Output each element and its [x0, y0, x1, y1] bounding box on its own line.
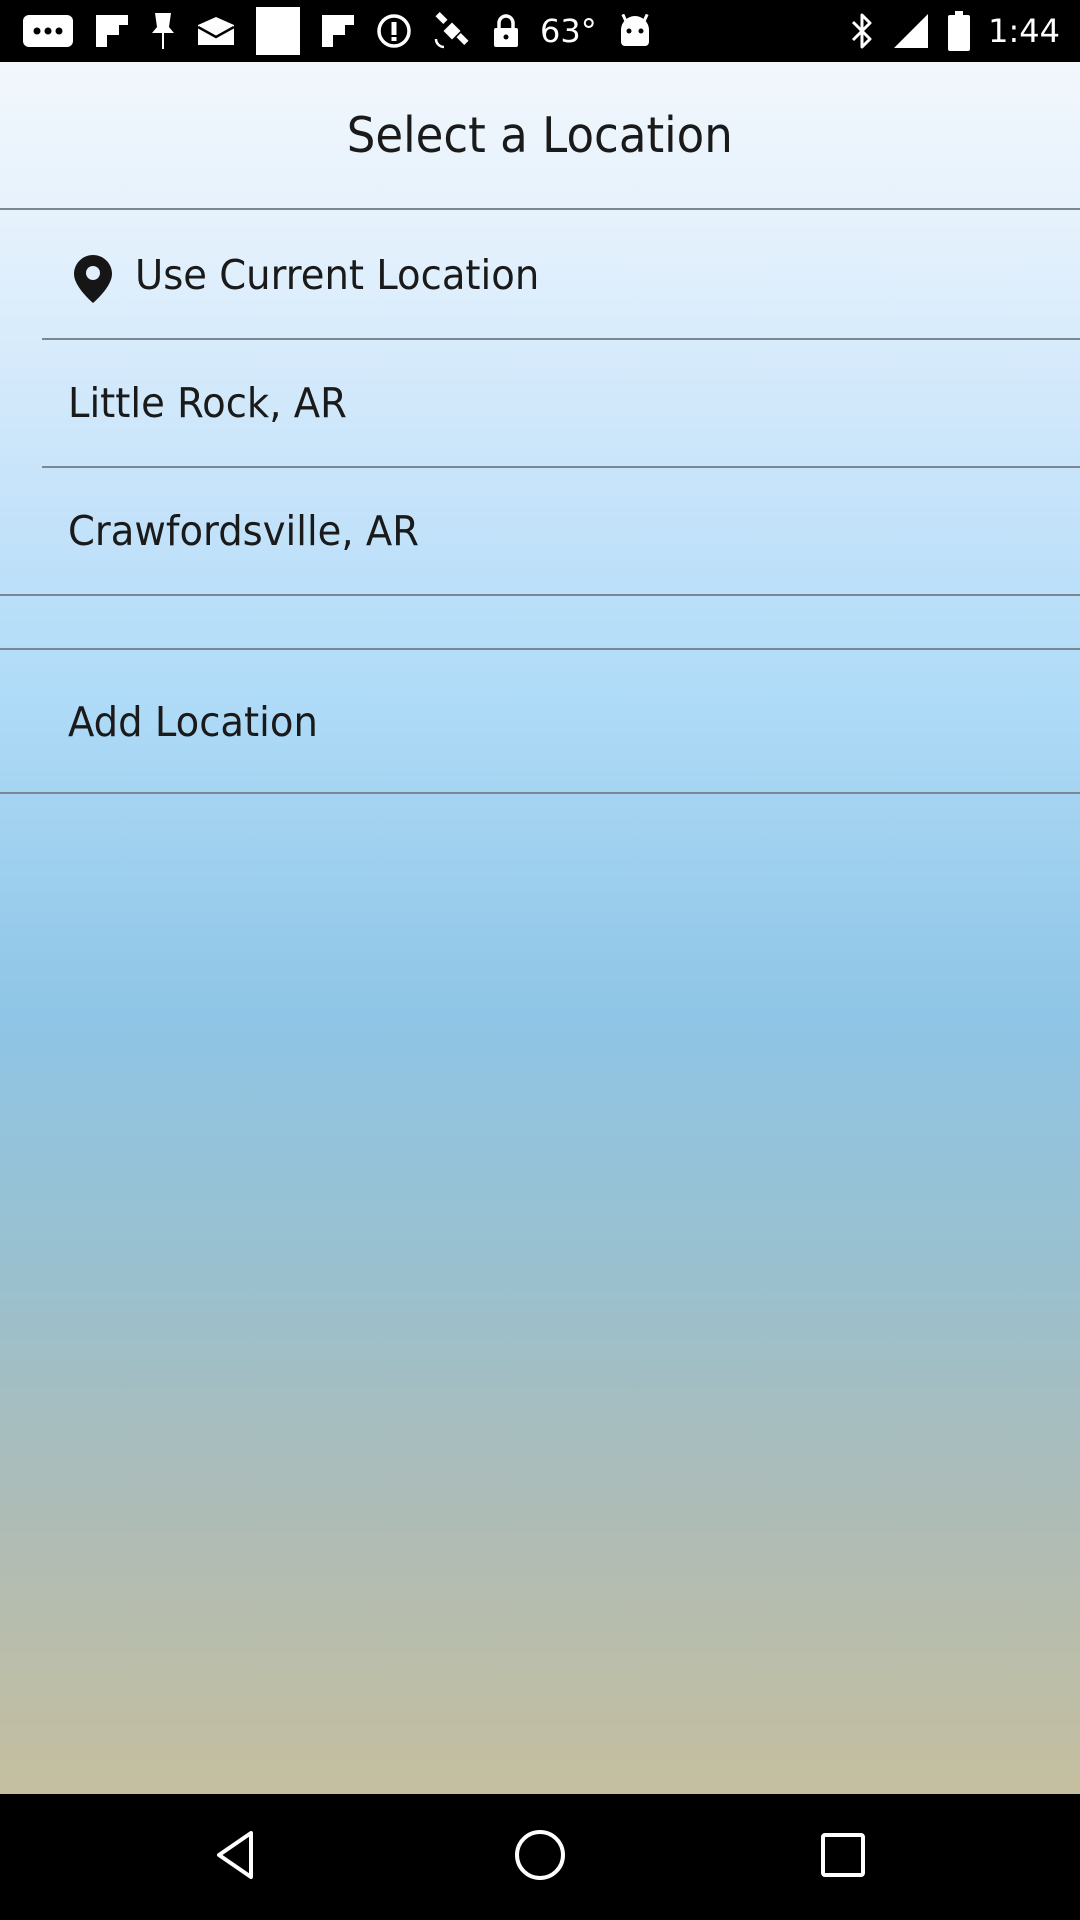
temperature-text: 63° — [540, 12, 597, 50]
app-screen: 63° 1:44 Select a Location Use Current L… — [0, 0, 1080, 1920]
status-bar-notifications: 63° — [22, 0, 653, 62]
satellite-icon — [432, 11, 472, 51]
back-button[interactable] — [157, 1794, 317, 1920]
navigation-bar — [0, 1794, 1080, 1920]
divider — [0, 792, 1080, 794]
blank-card-icon — [256, 7, 300, 55]
clock-text: 1:44 — [988, 12, 1060, 50]
divider — [0, 594, 1080, 596]
home-button[interactable] — [460, 1794, 620, 1920]
home-icon — [512, 1827, 568, 1887]
flipboard-icon — [94, 13, 130, 49]
bluetooth-icon — [850, 12, 874, 50]
signal-icon — [892, 12, 930, 50]
page-title: Select a Location — [346, 106, 734, 164]
pin-icon — [150, 11, 176, 51]
status-bar: 63° 1:44 — [0, 0, 1080, 62]
android-icon — [617, 14, 653, 48]
location-item-little-rock[interactable]: Little Rock, AR — [0, 340, 1080, 466]
battery-icon — [948, 11, 971, 51]
mail-icon — [196, 15, 236, 47]
divider — [0, 648, 1080, 650]
status-bar-system: 1:44 — [850, 0, 1060, 62]
location-item-crawfordsville[interactable]: Crawfordsville, AR — [0, 468, 1080, 594]
location-label: Little Rock, AR — [68, 379, 347, 427]
location-label: Crawfordsville, AR — [68, 507, 420, 555]
flipboard-icon — [320, 13, 356, 49]
use-current-location-button[interactable]: Use Current Location — [0, 212, 1080, 338]
location-picker: Select a Location Use Current Location L… — [0, 62, 1080, 1794]
header: Select a Location — [0, 62, 1080, 210]
recents-icon — [819, 1831, 867, 1883]
recents-button[interactable] — [763, 1794, 923, 1920]
add-location-label: Add Location — [68, 698, 318, 746]
use-current-location-label: Use Current Location — [135, 251, 540, 299]
location-pin-icon — [73, 254, 113, 308]
back-icon — [211, 1829, 263, 1885]
lock-icon — [492, 13, 520, 49]
more-notifications-icon — [22, 14, 74, 48]
add-location-button[interactable]: Add Location — [0, 652, 1080, 792]
info-circle-icon — [376, 13, 412, 49]
